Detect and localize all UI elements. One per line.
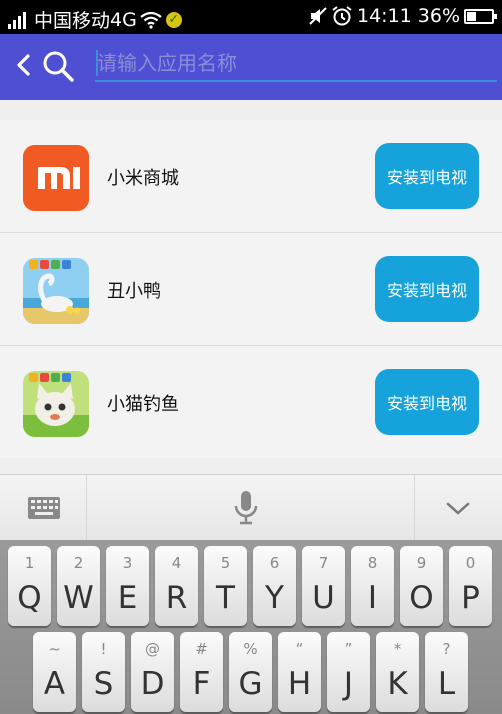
ugly-duckling-icon[interactable] [23,258,89,324]
key-secondary-label: 4 [171,554,182,572]
key-g[interactable]: % G [229,632,272,712]
key-a[interactable]: ~ A [33,632,76,712]
key-label: F [192,666,211,702]
list-item: 小米商城 安装到电视 [0,120,502,233]
key-u[interactable]: 7U [302,546,345,626]
key-secondary-label: 1 [24,554,35,572]
key-label: Y [265,580,284,616]
key-label: O [409,580,434,616]
key-f[interactable]: # F [180,632,223,712]
key-s[interactable]: ! S [82,632,125,712]
back-button[interactable] [14,48,32,86]
key-secondary-label: 6 [269,554,280,572]
kitten-fishing-icon[interactable] [23,371,89,437]
notification-badge-icon: ✓ [165,11,182,28]
key-o[interactable]: 9O [400,546,443,626]
key-label: T [216,580,235,616]
key-label: S [93,666,114,702]
key-secondary-label: 7 [318,554,329,572]
app-list: 小米商城 安装到电视 丑小鸭 安装到电视 小猫钓鱼 安装到电视 [0,120,502,458]
mi-store-icon[interactable] [23,145,89,211]
key-i[interactable]: 8I [351,546,394,626]
key-d[interactable]: @ D [131,632,174,712]
key-r[interactable]: 4R [155,546,198,626]
alarm-icon [332,6,352,26]
keyboard-icon[interactable] [27,496,61,520]
key-y[interactable]: 6Y [253,546,296,626]
key-h[interactable]: “H [278,632,321,712]
key-label: W [63,580,94,616]
key-l[interactable]: ? L [425,632,468,712]
key-label: L [437,666,456,702]
list-item: 小猫钓鱼 安装到电视 [0,346,502,458]
key-secondary-label: 0 [465,554,476,572]
app-name: 小米商城 [107,168,179,189]
key-label: G [238,666,263,702]
key-secondary-label: @ [145,640,160,658]
network-label: 4G [110,8,137,31]
status-left: 中国移动 4G ✓ [8,6,182,33]
app-name: 小猫钓鱼 [107,394,179,415]
status-right: 14:11 36% [308,5,497,27]
key-label: D [140,666,165,702]
key-label: K [387,666,408,702]
app-name: 丑小鸭 [107,281,161,302]
time-label: 14:11 [357,5,412,27]
key-label: E [117,580,138,616]
signal-icon [8,11,28,29]
key-label: Q [17,580,42,616]
key-label: J [343,666,354,702]
key-label: A [43,666,66,702]
key-secondary-label: 8 [367,554,378,572]
key-secondary-label: 2 [73,554,84,572]
install-to-tv-button[interactable]: 安装到电视 [375,256,479,322]
key-e[interactable]: 3E [106,546,149,626]
key-label: R [165,580,188,616]
key-j[interactable]: ” J [327,632,370,712]
key-label: I [367,580,378,616]
key-label: U [312,580,335,616]
carrier-label: 中国移动 [34,10,111,32]
key-secondary-label: 9 [416,554,427,572]
key-secondary-label: 3 [122,554,133,572]
key-secondary-label: ? [442,640,451,658]
key-label: P [461,580,480,616]
install-to-tv-button[interactable]: 安装到电视 [375,369,479,435]
key-secondary-label: % [243,640,258,658]
key-label: H [287,666,312,702]
keyboard-toolbar [0,474,502,541]
text-cursor [96,50,98,76]
toolbar-divider [414,475,415,541]
mute-icon [309,7,327,25]
toolbar-divider [86,475,87,541]
list-item: 丑小鸭 安装到电视 [0,233,502,346]
key-secondary-label: # [195,640,208,658]
microphone-icon[interactable] [233,490,259,526]
key-q[interactable]: 1Q [8,546,51,626]
wifi-icon [140,11,162,29]
key-secondary-label: ~ [48,640,61,658]
key-secondary-label: 5 [220,554,231,572]
battery-percent: 36% [417,5,460,27]
key-t[interactable]: 5T [204,546,247,626]
status-bar: 中国移动 4G ✓ 14:11 36% [0,0,502,34]
chevron-down-icon[interactable] [445,501,471,517]
search-header [0,34,502,100]
key-k[interactable]: * K [376,632,419,712]
key-secondary-label: ! [100,640,107,658]
key-secondary-label: * [393,640,402,658]
install-to-tv-button[interactable]: 安装到电视 [375,143,479,209]
search-input[interactable] [95,46,497,82]
key-secondary-label: “ [295,640,304,658]
battery-icon [464,8,497,24]
soft-keyboard: 1 Q 2 W 3 E 4 R 5 T 6 Y 7 U 8 I 9 O 0 P ~ A! S @ D # F% G “H” J * K? L [0,540,502,714]
search-icon[interactable] [40,48,76,84]
key-secondary-label: ” [344,640,353,658]
key-p[interactable]: 0P [449,546,492,626]
chevron-left-icon [17,54,30,76]
key-w[interactable]: 2W [57,546,100,626]
